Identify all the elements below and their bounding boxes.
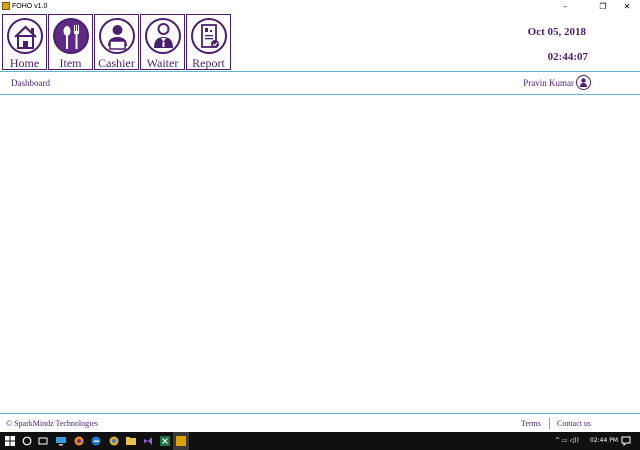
home-icon <box>14 25 37 49</box>
waiter-button[interactable]: Waiter <box>140 14 185 70</box>
restore-button[interactable]: ❐ <box>590 0 616 13</box>
footer-divider <box>0 413 640 414</box>
item-button[interactable]: Item <box>48 14 93 70</box>
minimize-button[interactable]: – <box>552 0 578 13</box>
folder-icon[interactable] <box>126 436 136 446</box>
cashier-label: Cashier <box>98 56 135 70</box>
foho-app-icon <box>176 436 186 446</box>
report-icon <box>201 24 219 48</box>
waiter-icon <box>154 23 173 48</box>
taskbar-clock[interactable]: 02:44 PM <box>590 435 618 447</box>
search-icon[interactable] <box>22 436 32 446</box>
avatar[interactable] <box>576 75 591 90</box>
windows-start-icon[interactable] <box>5 436 15 446</box>
edge-icon[interactable] <box>91 436 101 446</box>
window-title: FOHO v1.0 <box>12 3 48 10</box>
active-app-tab[interactable] <box>173 432 189 450</box>
terms-link[interactable]: Terms <box>521 419 541 428</box>
close-button[interactable]: ✕ <box>614 0 640 13</box>
visual-studio-icon[interactable] <box>143 436 153 446</box>
main-toolbar: Home Item Cashier Waiter Report <box>2 14 231 70</box>
report-label: Report <box>192 56 225 70</box>
excel-icon[interactable] <box>160 436 170 446</box>
home-button[interactable]: Home <box>2 14 47 70</box>
computer-icon[interactable] <box>56 436 66 446</box>
current-time: 02:44:07 <box>547 51 588 63</box>
fork-spoon-icon <box>63 25 79 49</box>
user-icon <box>580 78 587 87</box>
chrome-icon[interactable] <box>109 436 119 446</box>
home-label: Home <box>9 56 40 70</box>
user-name[interactable]: Pravin Kumar <box>523 78 574 88</box>
system-tray[interactable]: ^ ▭ ◁)) <box>555 435 579 447</box>
item-label: Item <box>59 56 82 70</box>
cashier-button[interactable]: Cashier <box>94 14 139 70</box>
waiter-label: Waiter <box>146 56 179 70</box>
report-button[interactable]: Report <box>186 14 231 70</box>
notifications-icon[interactable] <box>621 436 631 446</box>
title-bar: FOHO v1.0 – ❐ ✕ <box>0 0 640 13</box>
app-icon <box>2 2 10 10</box>
dashboard-content <box>0 95 640 413</box>
header-divider <box>0 71 640 72</box>
current-date: Oct 05, 2018 <box>527 26 586 38</box>
footer-separator <box>549 418 550 429</box>
copyright-text: © SparkMindz Technologies <box>6 419 99 428</box>
firefox-icon[interactable] <box>74 436 84 446</box>
contact-link[interactable]: Contact us <box>557 419 591 428</box>
task-view-icon[interactable] <box>38 436 48 446</box>
taskbar: ^ ▭ ◁)) 02:44 PM <box>0 432 640 450</box>
breadcrumb[interactable]: Dashboard <box>11 78 50 88</box>
cashier-icon <box>108 25 127 50</box>
